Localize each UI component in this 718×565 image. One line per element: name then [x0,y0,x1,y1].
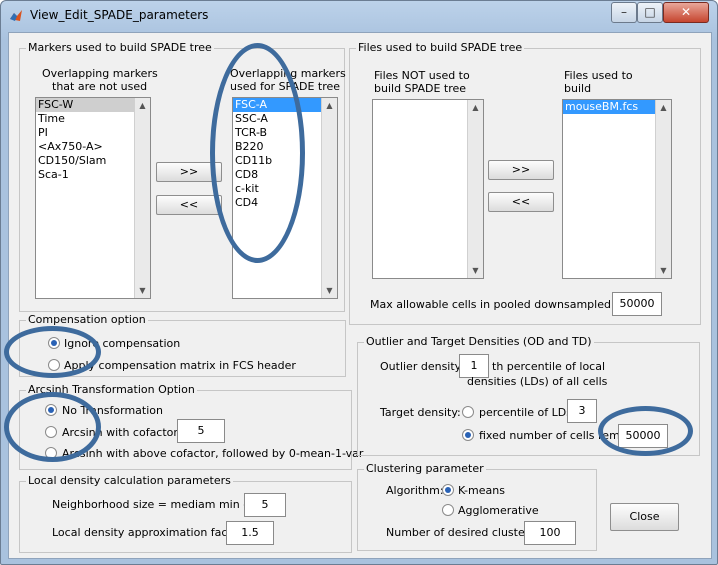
files-not-used-header: Files NOT used to [374,69,470,82]
cofactor-input[interactable]: 5 [177,419,225,443]
close-button[interactable]: Close [610,503,679,531]
dialog-window: View_Edit_SPADE_parameters – □ ✕ Markers… [0,0,718,565]
agglomerative-radio[interactable] [442,504,454,516]
scroll-down-icon[interactable]: ▼ [136,284,149,297]
vertical-scrollbar[interactable]: ▲ ▼ [467,100,483,278]
clustering-group-label: Clustering parameter [364,462,486,475]
scroll-down-icon[interactable]: ▼ [657,264,670,277]
agglomerative-label[interactable]: Agglomerative [458,504,539,517]
remove-file-button[interactable]: << [488,192,554,212]
markers-not-used-header-2: that are not used [52,80,148,93]
files-not-used-header-2: build SPADE tree [374,82,467,95]
markers-not-used-header: Overlapping markers [42,67,158,80]
compensation-apply-label[interactable]: Apply compensation matrix in FCS header [64,359,296,372]
clusters-count-input[interactable]: 100 [524,521,576,545]
local-density-group-label: Local density calculation parameters [26,474,233,487]
scroll-down-icon[interactable]: ▼ [323,284,336,297]
vertical-scrollbar[interactable]: ▲ ▼ [134,98,150,298]
files-used-list[interactable]: mouseBM.fcs ▲ ▼ [562,99,672,279]
close-icon: ✕ [680,5,692,19]
window-title: View_Edit_SPADE_parameters [30,8,209,22]
title-bar: View_Edit_SPADE_parameters – □ ✕ [1,1,717,31]
outlier-suffix-1: th percentile of local [492,360,606,373]
remove-marker-button[interactable]: << [156,195,222,215]
target-density-label: Target density: [380,406,461,419]
close-window-button[interactable]: ✕ [663,2,709,23]
scroll-up-icon[interactable]: ▲ [657,101,670,114]
minimize-button[interactable]: – [611,2,637,23]
files-not-used-list[interactable]: ▲ ▼ [372,99,484,279]
matlab-icon [10,10,22,21]
markers-group-label: Markers used to build SPADE tree [26,41,214,54]
clusters-count-label: Number of desired clusters: [386,526,539,539]
max-cells-label: Max allowable cells in pooled downsample… [370,298,643,311]
densities-group-label: Outlier and Target Densities (OD and TD) [364,335,594,348]
density-approx-input[interactable]: 1.5 [226,521,274,545]
target-fixed-cells-radio[interactable] [462,429,474,441]
scroll-down-icon[interactable]: ▼ [469,264,482,277]
kmeans-label[interactable]: K-means [458,484,505,497]
scroll-up-icon[interactable]: ▲ [469,101,482,114]
maximize-icon: □ [644,5,656,19]
density-approx-label: Local density approximation factor: [52,526,247,539]
neighborhood-size-input[interactable]: 5 [244,493,286,517]
minimize-icon: – [621,5,627,19]
vertical-scrollbar[interactable]: ▲ ▼ [655,100,671,278]
target-percentile-radio[interactable] [462,406,474,418]
target-percentile-input[interactable]: 3 [567,399,597,423]
max-cells-input[interactable]: 50000 [612,292,662,316]
neighborhood-size-label: Neighborhood size = mediam min dist * [52,498,273,511]
add-file-button[interactable]: >> [488,160,554,180]
highlight-ring-fixed-cells [598,406,693,456]
local-density-group: Local density calculation parameters Nei… [19,474,352,553]
highlight-ring-compensation [4,326,101,378]
scroll-up-icon[interactable]: ▲ [136,99,149,112]
target-percentile-label[interactable]: percentile of LDs [479,406,572,419]
list-item[interactable]: FSC-W [36,98,150,112]
highlight-ring-used-markers [210,43,305,263]
highlight-ring-transformation [4,392,101,462]
scroll-up-icon[interactable]: ▲ [323,99,336,112]
outlier-density-label: Outlier density: [380,360,465,373]
files-group: Files used to build SPADE tree Files NOT… [349,41,701,325]
vertical-scrollbar[interactable]: ▲ ▼ [321,98,337,298]
clustering-group: Clustering parameter Algorithm: K-means … [357,462,597,551]
files-used-header: Files used to [564,69,633,82]
files-group-label: Files used to build SPADE tree [356,41,525,54]
list-item[interactable]: <Ax750-A> [36,140,150,154]
list-item[interactable]: CD150/Slam [36,154,150,168]
arcsinh-normalize-label[interactable]: Arcsinh with above cofactor, followed by… [62,447,363,460]
list-item[interactable]: PI [36,126,150,140]
compensation-group-label: Compensation option [26,313,148,326]
maximize-button[interactable]: □ [637,2,663,23]
markers-not-used-list[interactable]: FSC-W Time PI <Ax750-A> CD150/Slam Sca-1… [35,97,151,299]
list-item[interactable]: Time [36,112,150,126]
files-used-header-2: build [564,82,592,95]
outlier-suffix-2: densities (LDs) of all cells [467,375,608,388]
dialog-client-area: Markers used to build SPADE tree Overlap… [8,32,712,559]
list-item[interactable]: Sca-1 [36,168,150,182]
algorithm-label: Algorithm: [386,484,444,497]
kmeans-radio[interactable] [442,484,454,496]
